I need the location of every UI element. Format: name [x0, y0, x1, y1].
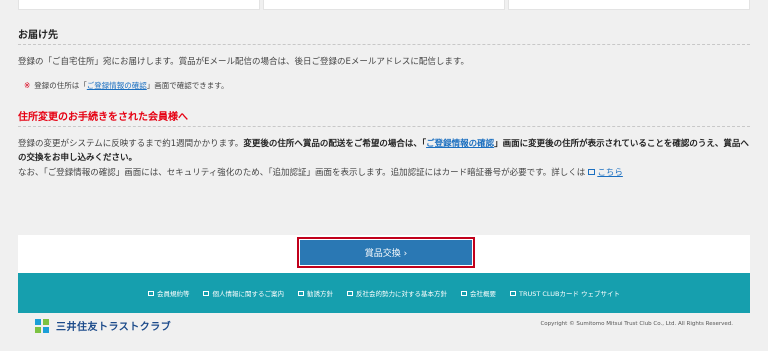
exchange-button-highlight: 賞品交換 ›: [297, 237, 475, 268]
address-change-bold-1: 変更後の住所へ賞品の配送をご希望の場合は、「: [243, 139, 427, 149]
footer-link-solicitation[interactable]: 勧誘方針: [297, 288, 333, 298]
delivery-note: ※ 登録の住所は「ご登録情報の確認」画面で確認できます。: [24, 80, 756, 91]
footer-link-antisocial[interactable]: 反社会的勢力に対する基本方針: [346, 288, 447, 298]
window-icon: [460, 290, 467, 296]
brand-name: 三井住友トラストクラブ: [56, 322, 172, 333]
delivery-heading: お届け先: [18, 30, 58, 41]
window-icon: [509, 290, 516, 296]
registration-info-link-2[interactable]: ご登録情報の確認: [426, 139, 494, 149]
window-icon: [147, 290, 154, 296]
additional-auth-text: なお、「ご登録情報の確認」画面には、セキュリティ強化のため、「追加認証」画面を表…: [18, 166, 750, 178]
footer-link-terms[interactable]: 会員規約等: [147, 288, 189, 298]
note-post: 」画面で確認できます。: [146, 81, 229, 90]
external-link-icon: [588, 169, 596, 175]
top-card-edges: [0, 0, 768, 10]
divider: [18, 44, 750, 45]
card-stub: [508, 0, 750, 10]
brand-logo[interactable]: 三井住友トラストクラブ: [35, 318, 171, 333]
window-icon: [346, 290, 353, 296]
delivery-text: 登録の「ご自宅住所」宛にお届けします。賞品がEメール配信の場合は、後日ご登録のE…: [18, 57, 470, 67]
footer-link-website[interactable]: TRUST CLUBカード ウェブサイト: [509, 288, 620, 298]
copyright: Copyright © Sumitomo Mitsui Trust Club C…: [540, 321, 733, 327]
note-pre: 登録の住所は「: [34, 81, 87, 90]
additional-auth-pre: なお、「ご登録情報の確認」画面には、セキュリティ強化のため、「追加認証」画面を表…: [18, 168, 586, 178]
window-icon: [203, 290, 210, 296]
card-stub: [18, 0, 260, 10]
window-icon: [297, 290, 304, 296]
details-link[interactable]: こちら: [597, 168, 623, 178]
address-change-plain: 登録の変更がシステムに反映するまで約1週間かかります。: [18, 139, 244, 149]
footer-link-company[interactable]: 会社概要: [460, 288, 496, 298]
exchange-button[interactable]: 賞品交換 ›: [300, 240, 472, 265]
address-change-heading: 住所変更のお手続きをされた会員様へ: [18, 112, 188, 123]
footer-link-privacy[interactable]: 個人情報に関するご案内: [203, 288, 284, 298]
brand-mark-icon: [35, 318, 51, 333]
registration-info-link[interactable]: ご登録情報の確認: [87, 81, 147, 90]
card-stub: [263, 0, 505, 10]
note-mark: ※: [24, 81, 31, 90]
divider: [18, 126, 750, 127]
address-change-text: 登録の変更がシステムに反映するまで約1週間かかります。変更後の住所へ賞品の配送を…: [18, 137, 750, 165]
footer-nav: 会員規約等 個人情報に関するご案内 勧誘方針 反社会的勢力に対する基本方針 会社…: [18, 273, 750, 313]
